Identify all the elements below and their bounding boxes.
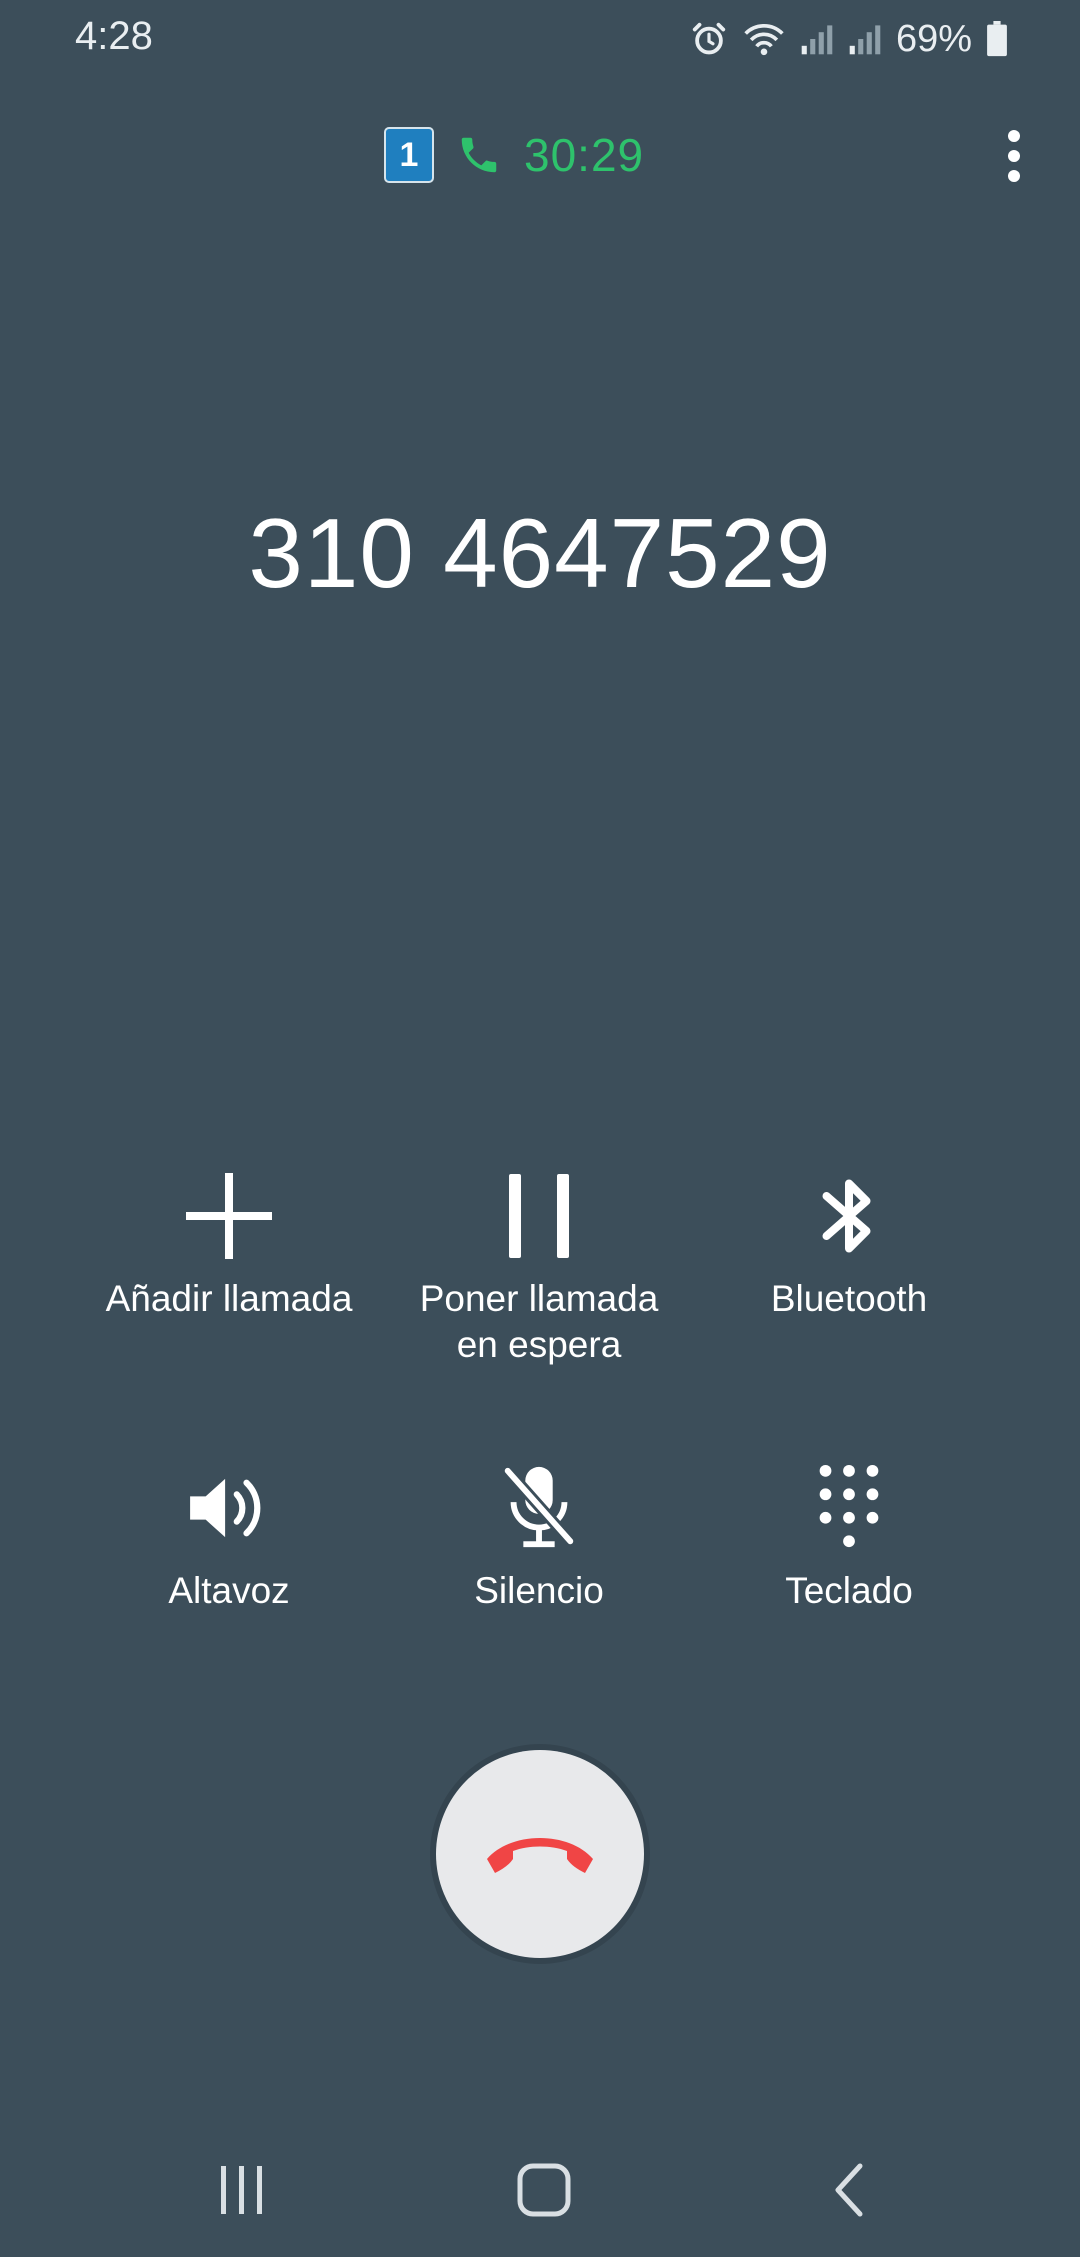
signal-icon <box>849 25 881 55</box>
phone-icon <box>461 137 497 173</box>
call-header: 1 30:29 <box>384 125 644 185</box>
keypad-button[interactable]: Teclado <box>699 1458 999 1614</box>
hold-call-button[interactable]: Poner llamada en espera <box>389 1166 689 1368</box>
mute-button[interactable]: Silencio <box>389 1458 689 1614</box>
add-call-label: Añadir llamada <box>105 1278 353 1319</box>
alarm-icon <box>692 22 726 55</box>
back-icon <box>835 2163 863 2217</box>
bluetooth-icon <box>822 1179 871 1253</box>
keypad-label: Teclado <box>785 1570 913 1611</box>
pause-icon <box>509 1174 569 1258</box>
bluetooth-label: Bluetooth <box>770 1278 928 1319</box>
add-icon <box>186 1173 272 1259</box>
signal-icon <box>801 25 833 55</box>
more-options-button[interactable] <box>990 126 1038 186</box>
keypad-icon <box>819 1464 879 1548</box>
battery-percent: 69% <box>895 17 972 60</box>
mute-mic-icon <box>503 1466 575 1548</box>
speaker-button[interactable]: Altavoz <box>79 1458 379 1614</box>
end-call-icon <box>487 1838 593 1873</box>
mute-label: Silencio <box>474 1570 604 1611</box>
add-call-button[interactable]: Añadir llamada <box>79 1166 379 1322</box>
phone-number: 310 4647529 <box>248 498 832 608</box>
status-icons: 69% <box>690 14 1008 64</box>
status-time: 4:28 <box>75 14 153 58</box>
home-icon <box>517 2163 571 2217</box>
bluetooth-button[interactable]: Bluetooth <box>699 1166 999 1322</box>
end-call-button[interactable] <box>436 1750 644 1958</box>
battery-icon <box>987 21 1007 57</box>
speaker-icon <box>190 1478 261 1538</box>
call-timer: 30:29 <box>524 129 645 181</box>
speaker-label: Altavoz <box>168 1570 290 1611</box>
hold-call-label: Poner llamada en espera <box>419 1278 659 1365</box>
nav-home-button[interactable] <box>484 2150 604 2230</box>
nav-recents-button[interactable] <box>182 2150 302 2230</box>
sim-badge: 1 <box>384 127 434 183</box>
wifi-icon <box>744 23 784 56</box>
more-vert-icon <box>1008 130 1020 182</box>
nav-back-button[interactable] <box>788 2150 908 2230</box>
recents-icon <box>221 2166 262 2214</box>
